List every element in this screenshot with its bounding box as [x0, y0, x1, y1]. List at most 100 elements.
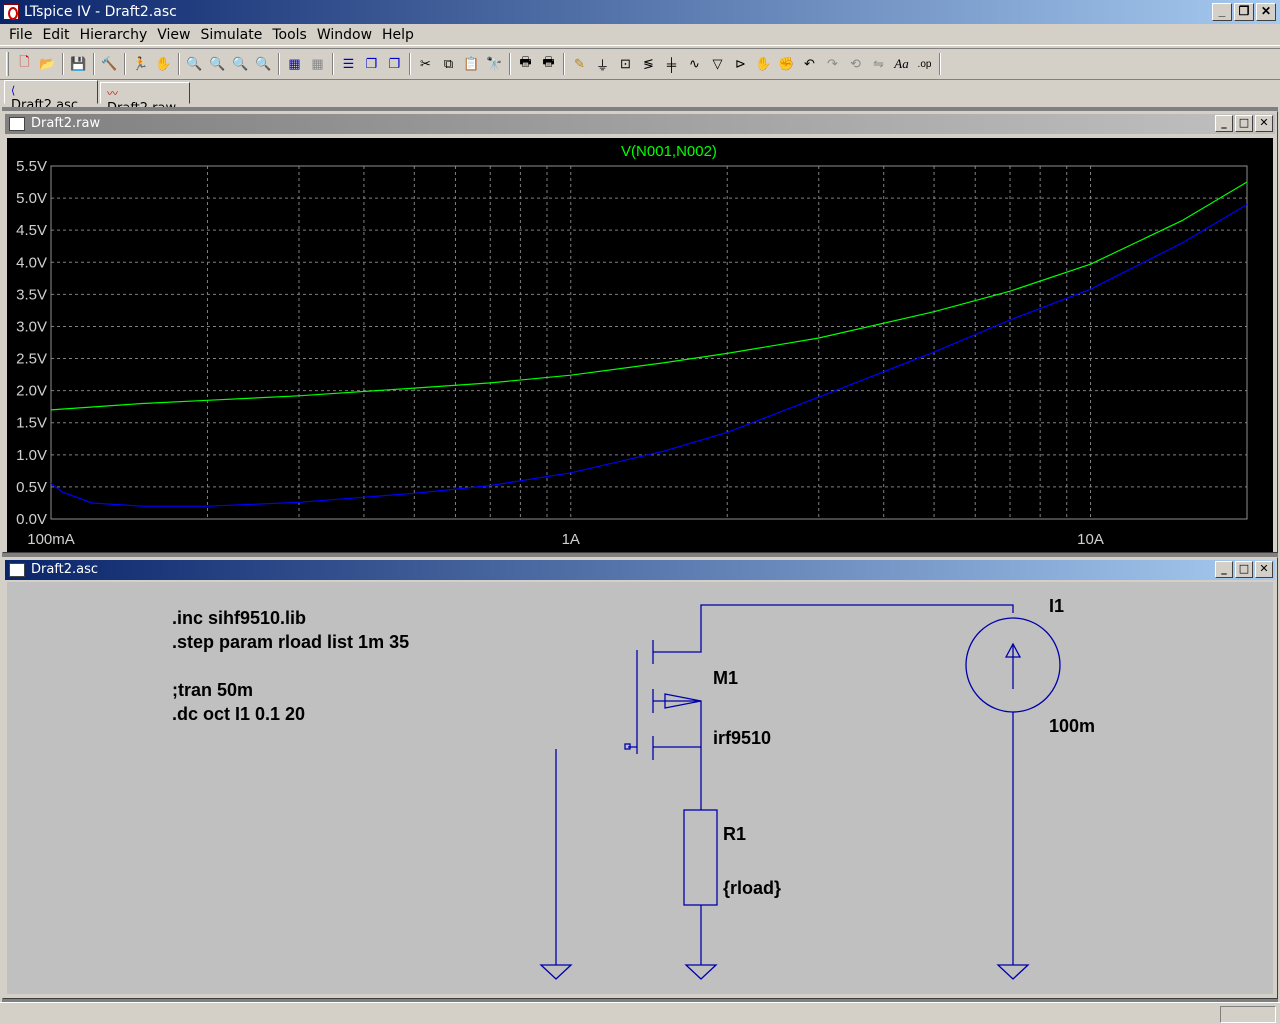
maximize-button[interactable]: □: [1235, 561, 1253, 578]
open-icon[interactable]: 📂: [36, 53, 59, 75]
undo-icon[interactable]: ↶: [798, 53, 821, 75]
r1-instance-name[interactable]: R1: [723, 824, 746, 844]
spice-directive-step[interactable]: .step param rload list 1m 35: [172, 632, 409, 652]
autorange-icon[interactable]: ▦: [283, 53, 306, 75]
i1-instance-name[interactable]: I1: [1049, 596, 1064, 616]
minimize-button[interactable]: _: [1215, 561, 1233, 578]
spice-directive-tran[interactable]: ;tran 50m: [172, 680, 253, 700]
menu-window[interactable]: Window: [312, 27, 377, 43]
spice-directive-icon[interactable]: .op: [913, 53, 936, 75]
paste-icon[interactable]: 📋: [460, 53, 483, 75]
waveform-window-title: Draft2.raw: [31, 116, 101, 131]
schematic-svg[interactable]: .inc sihf9510.lib .step param rload list…: [7, 582, 1273, 994]
menu-bar: File Edit Hierarchy View Simulate Tools …: [0, 24, 1280, 46]
menu-hierarchy[interactable]: Hierarchy: [75, 27, 153, 43]
restore-button[interactable]: ❐: [1234, 3, 1254, 21]
mirror-icon[interactable]: ⇋: [867, 53, 890, 75]
zoom-cancel-icon[interactable]: 🔍: [252, 53, 275, 75]
toolbar-separator: [409, 53, 411, 75]
new-schematic-icon[interactable]: 🗋: [13, 53, 36, 75]
ground-icon[interactable]: [684, 964, 718, 980]
control-panel-icon[interactable]: 🔨: [98, 53, 121, 75]
rotate-icon[interactable]: ⟲: [844, 53, 867, 75]
cut-icon[interactable]: ✂: [414, 53, 437, 75]
move-icon[interactable]: ✋: [752, 53, 775, 75]
zoom-pan-icon[interactable]: 🔍: [206, 53, 229, 75]
menu-file[interactable]: File: [4, 27, 37, 43]
i1-value[interactable]: 100m: [1049, 716, 1095, 736]
y-tick-label: 1.0V: [16, 447, 47, 464]
r1-value[interactable]: {rload}: [723, 878, 781, 898]
zoom-out-icon[interactable]: 🔍: [229, 53, 252, 75]
diode-icon[interactable]: ▽: [706, 53, 729, 75]
minimize-button[interactable]: _: [1212, 3, 1232, 21]
capacitor-icon[interactable]: ╪: [660, 53, 683, 75]
ground-icon[interactable]: [996, 964, 1030, 980]
waveform-window-controls: _ □ ✕: [1215, 115, 1273, 132]
close-all-icon[interactable]: ❐: [383, 53, 406, 75]
toolbar-grip[interactable]: [6, 52, 9, 76]
inductor-icon[interactable]: ∿: [683, 53, 706, 75]
menu-help[interactable]: Help: [377, 27, 419, 43]
find-icon[interactable]: 🔭: [483, 53, 506, 75]
m1-instance-name[interactable]: M1: [713, 668, 738, 688]
copy-icon[interactable]: ⧉: [437, 53, 460, 75]
menu-simulate[interactable]: Simulate: [195, 27, 267, 43]
minimize-button[interactable]: _: [1215, 115, 1233, 132]
spice-directive-inc[interactable]: .inc sihf9510.lib: [172, 608, 306, 628]
waveform-plot-svg[interactable]: 0.0V 0.5V 1.0V 1.5V 2.0V 2.5V 3.0V 3.5V 4.0V 4.5V…: [7, 138, 1273, 552]
resistor-icon[interactable]: ≶: [637, 53, 660, 75]
x-tick-label: 1A: [562, 531, 580, 548]
y-tick-label: 4.5V: [16, 222, 47, 239]
toolbar: 🗋 📂 💾 🔨 🏃 ✋ 🔍 🔍 🔍 🔍 ▦ ▦ ☰ ❐ ❐ ✂ ⧉ 📋 🔭 🖶 …: [0, 48, 1280, 80]
draw-wire-icon[interactable]: ✎: [568, 53, 591, 75]
print-icon[interactable]: 🖶: [537, 53, 560, 75]
menu-tools[interactable]: Tools: [267, 27, 312, 43]
y-tick-label: 0.0V: [16, 511, 47, 528]
waveform-window-title-bar[interactable]: Draft2.raw _ □ ✕: [5, 114, 1275, 134]
ground-icon[interactable]: [539, 964, 573, 980]
zoom-in-icon[interactable]: 🔍: [183, 53, 206, 75]
menu-edit[interactable]: Edit: [37, 27, 74, 43]
schematic-canvas[interactable]: .inc sihf9510.lib .step param rload list…: [7, 582, 1273, 994]
app-title-bar: LTspice IV - Draft2.asc _ ❐ ✕: [0, 0, 1280, 24]
tab-draft2-asc[interactable]: ⟨ Draft2.asc: [4, 80, 98, 113]
tab-draft2-raw[interactable]: 〰 Draft2.raw: [100, 82, 190, 116]
tile-horizontal-icon[interactable]: ☰: [337, 53, 360, 75]
ltspice-logo-icon[interactable]: [3, 4, 19, 20]
print-setup-icon[interactable]: 🖶: [514, 53, 537, 75]
waveform-icon: 〰: [107, 87, 118, 100]
wire[interactable]: [653, 604, 1014, 653]
text-icon[interactable]: Aa: [890, 53, 913, 75]
trace-title: V(N001,N002): [621, 143, 717, 160]
schematic-window-title-bar[interactable]: Draft2.asc _ □ ✕: [5, 560, 1275, 580]
close-button[interactable]: ✕: [1256, 3, 1276, 21]
m1-model-name[interactable]: irf9510: [713, 728, 771, 748]
menu-view[interactable]: View: [152, 27, 195, 43]
halt-icon[interactable]: ✋: [152, 53, 175, 75]
close-button[interactable]: ✕: [1255, 115, 1273, 132]
window-title: LTspice IV - Draft2.asc: [24, 4, 177, 20]
run-icon[interactable]: 🏃: [129, 53, 152, 75]
save-icon[interactable]: 💾: [67, 53, 90, 75]
toolbar-separator: [332, 53, 334, 75]
toolbar-separator: [93, 53, 95, 75]
drag-icon[interactable]: ✊: [775, 53, 798, 75]
waveform-plot[interactable]: 0.0V 0.5V 1.0V 1.5V 2.0V 2.5V 3.0V 3.5V 4.0V 4.5V…: [7, 138, 1273, 552]
r1-resistor[interactable]: [683, 809, 718, 906]
toolbar-separator: [939, 53, 941, 75]
close-button[interactable]: ✕: [1255, 561, 1273, 578]
document-tab-bar: ⟨ Draft2.asc 〰 Draft2.raw: [0, 80, 1280, 116]
waveform-icon: [9, 117, 25, 131]
maximize-button[interactable]: □: [1235, 115, 1253, 132]
spice-directive-dc[interactable]: .dc oct I1 0.1 20: [172, 704, 305, 724]
window-controls: _ ❐ ✕: [1212, 3, 1276, 21]
ground-icon[interactable]: ⏚: [591, 53, 614, 75]
component-icon[interactable]: ⊳: [729, 53, 752, 75]
label-net-icon[interactable]: ⊡: [614, 53, 637, 75]
y-tick-label: 2.5V: [16, 351, 47, 368]
cascade-icon[interactable]: ❐: [360, 53, 383, 75]
y-tick-label: 0.5V: [16, 479, 47, 496]
view-grid-icon[interactable]: ▦: [306, 53, 329, 75]
redo-icon[interactable]: ↷: [821, 53, 844, 75]
